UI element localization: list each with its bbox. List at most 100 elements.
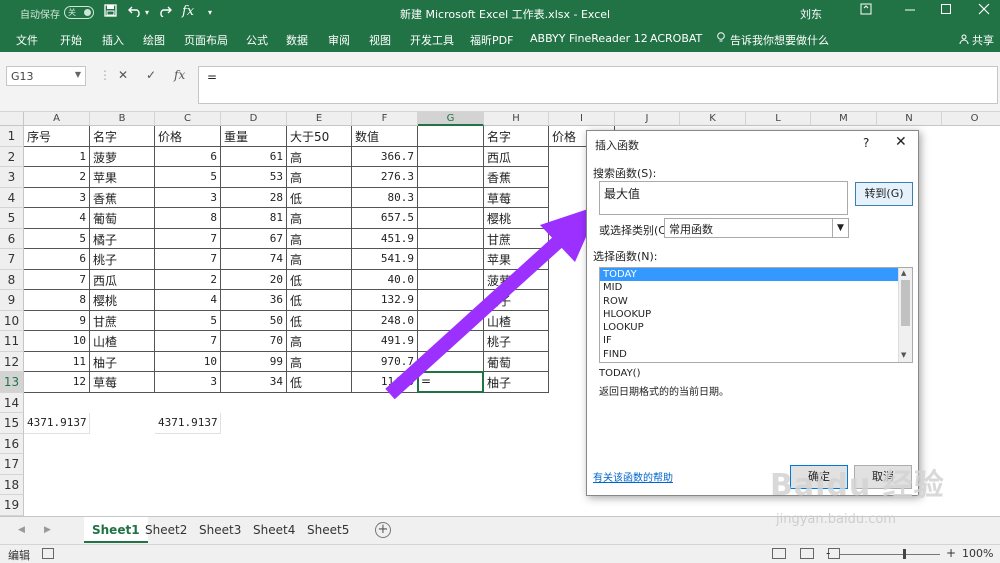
table-cell[interactable]: 樱桃	[484, 208, 549, 229]
table-cell[interactable]: 高	[287, 351, 352, 372]
function-item-mid[interactable]: MID	[600, 281, 912, 294]
table-cell[interactable]: 5	[155, 167, 221, 188]
cancel-formula-icon[interactable]: ✕	[118, 68, 128, 82]
table-cell[interactable]	[418, 146, 484, 167]
header-cell[interactable]: 大于50	[287, 126, 352, 147]
table-cell[interactable]: 甘蔗	[484, 228, 549, 249]
tab-foxit-pdf[interactable]: 福昕PDF	[470, 32, 513, 48]
macro-record-icon[interactable]	[42, 548, 54, 559]
table-cell[interactable]: 7	[155, 249, 221, 270]
undo-icon[interactable]	[128, 4, 142, 21]
row-header-12[interactable]: 12	[0, 351, 24, 372]
table-cell[interactable]: 81	[221, 208, 287, 229]
table-cell[interactable]: 970.7	[352, 351, 418, 372]
function-item-today[interactable]: TODAY	[600, 268, 912, 282]
table-cell[interactable]: 苹果	[90, 167, 155, 188]
zoom-in-button[interactable]: +	[946, 546, 956, 560]
table-cell[interactable]	[418, 187, 484, 208]
table-cell[interactable]: 70	[221, 331, 287, 352]
table-cell[interactable]: 61	[221, 146, 287, 167]
page-layout-view-icon[interactable]	[800, 548, 814, 559]
table-cell[interactable]: 低	[287, 187, 352, 208]
row-header-3[interactable]: 3	[0, 167, 24, 188]
tab-draw[interactable]: 绘图	[143, 32, 165, 48]
table-cell[interactable]: 67	[221, 228, 287, 249]
add-sheet-button[interactable]: +	[375, 522, 391, 538]
table-cell[interactable]: 276.3	[352, 167, 418, 188]
table-cell[interactable]: 草莓	[484, 187, 549, 208]
header-cell[interactable]: 重量	[221, 126, 287, 147]
table-cell[interactable]: 11	[24, 351, 90, 372]
table-cell[interactable]: 高	[287, 331, 352, 352]
ribbon-display-icon[interactable]	[860, 3, 872, 18]
table-cell[interactable]: 西瓜	[90, 269, 155, 290]
table-cell[interactable]: 低	[287, 310, 352, 331]
table-cell[interactable]: 山楂	[484, 310, 549, 331]
save-icon[interactable]	[104, 4, 117, 21]
table-cell[interactable]: 2	[24, 167, 90, 188]
table-cell[interactable]: 20	[221, 269, 287, 290]
row-header-19[interactable]: 19	[0, 495, 24, 516]
normal-view-icon[interactable]	[772, 548, 786, 559]
table-cell[interactable]: 3	[155, 187, 221, 208]
column-header-n[interactable]: N	[877, 112, 942, 126]
scroll-down-icon[interactable]: ▼	[901, 351, 906, 359]
row-header-2[interactable]: 2	[0, 146, 24, 167]
sheet-tab-4[interactable]: Sheet4	[245, 517, 303, 543]
table-cell[interactable]: 74	[221, 249, 287, 270]
insert-function-fx-icon[interactable]: fx	[174, 68, 185, 82]
table-cell[interactable]: 4	[24, 208, 90, 229]
function-item-row[interactable]: ROW	[600, 295, 912, 308]
table-cell[interactable]: 50	[221, 310, 287, 331]
search-function-input[interactable]: 最大值	[599, 181, 848, 215]
scrollbar-thumb[interactable]	[901, 280, 910, 326]
table-cell[interactable]: 1	[24, 146, 90, 167]
table-cell[interactable]: 3	[155, 372, 221, 393]
sheet-tab-2[interactable]: Sheet2	[137, 517, 195, 543]
table-cell[interactable]	[418, 249, 484, 270]
zoom-level[interactable]: 100%	[962, 547, 993, 560]
function-help-link[interactable]: 有关该函数的帮助	[593, 469, 673, 484]
table-cell[interactable]: 橘子	[484, 290, 549, 311]
table-cell[interactable]: 8	[155, 208, 221, 229]
function-list[interactable]: TODAY MID ROW HLOOKUP LOOKUP IF FIND ▲ ▼	[599, 267, 913, 363]
table-cell[interactable]: 80.3	[352, 187, 418, 208]
column-header-b[interactable]: B	[90, 112, 155, 126]
column-header-g[interactable]: G	[418, 112, 484, 126]
table-cell[interactable]: 6	[24, 249, 90, 270]
tab-abbyy[interactable]: ABBYY FineReader 12	[530, 32, 648, 45]
table-cell[interactable]: 7	[155, 228, 221, 249]
table-cell[interactable]: 9	[24, 310, 90, 331]
row-header-18[interactable]: 18	[0, 474, 24, 495]
column-header-d[interactable]: D	[221, 112, 287, 126]
column-header-e[interactable]: E	[287, 112, 352, 126]
table-cell[interactable]: 34	[221, 372, 287, 393]
row-header-11[interactable]: 11	[0, 331, 24, 352]
table-cell[interactable]: 491.9	[352, 331, 418, 352]
table-cell[interactable]: 高	[287, 167, 352, 188]
chevron-down-icon[interactable]: ▼	[832, 219, 848, 237]
column-header-l[interactable]: L	[746, 112, 811, 126]
header-cell[interactable]: 数值	[352, 126, 418, 147]
row-header-13[interactable]: 13	[0, 372, 24, 393]
table-cell[interactable]: 甘蔗	[90, 310, 155, 331]
formula-input[interactable]: =	[198, 66, 998, 104]
sheet-tab-3[interactable]: Sheet3	[191, 517, 249, 543]
column-header-i[interactable]: I	[549, 112, 615, 126]
column-header-h[interactable]: H	[484, 112, 549, 126]
total-cell-a15[interactable]: 4371.9137	[24, 413, 90, 434]
table-cell[interactable]: 苹果	[484, 249, 549, 270]
scroll-up-icon[interactable]: ▲	[901, 269, 906, 277]
tab-review[interactable]: 审阅	[328, 32, 350, 48]
row-header-8[interactable]: 8	[0, 269, 24, 290]
column-header-o[interactable]: O	[942, 112, 1000, 126]
name-box[interactable]: G13 ▼	[6, 66, 86, 86]
table-cell[interactable]: 4	[155, 290, 221, 311]
header-cell[interactable]: 价格	[155, 126, 221, 147]
table-cell[interactable]: 8	[24, 290, 90, 311]
column-header-a[interactable]: A	[24, 112, 90, 126]
function-item-if[interactable]: IF	[600, 334, 912, 347]
table-cell[interactable]: 40.0	[352, 269, 418, 290]
close-window-icon[interactable]	[978, 3, 990, 18]
tab-view[interactable]: 视图	[369, 32, 391, 48]
